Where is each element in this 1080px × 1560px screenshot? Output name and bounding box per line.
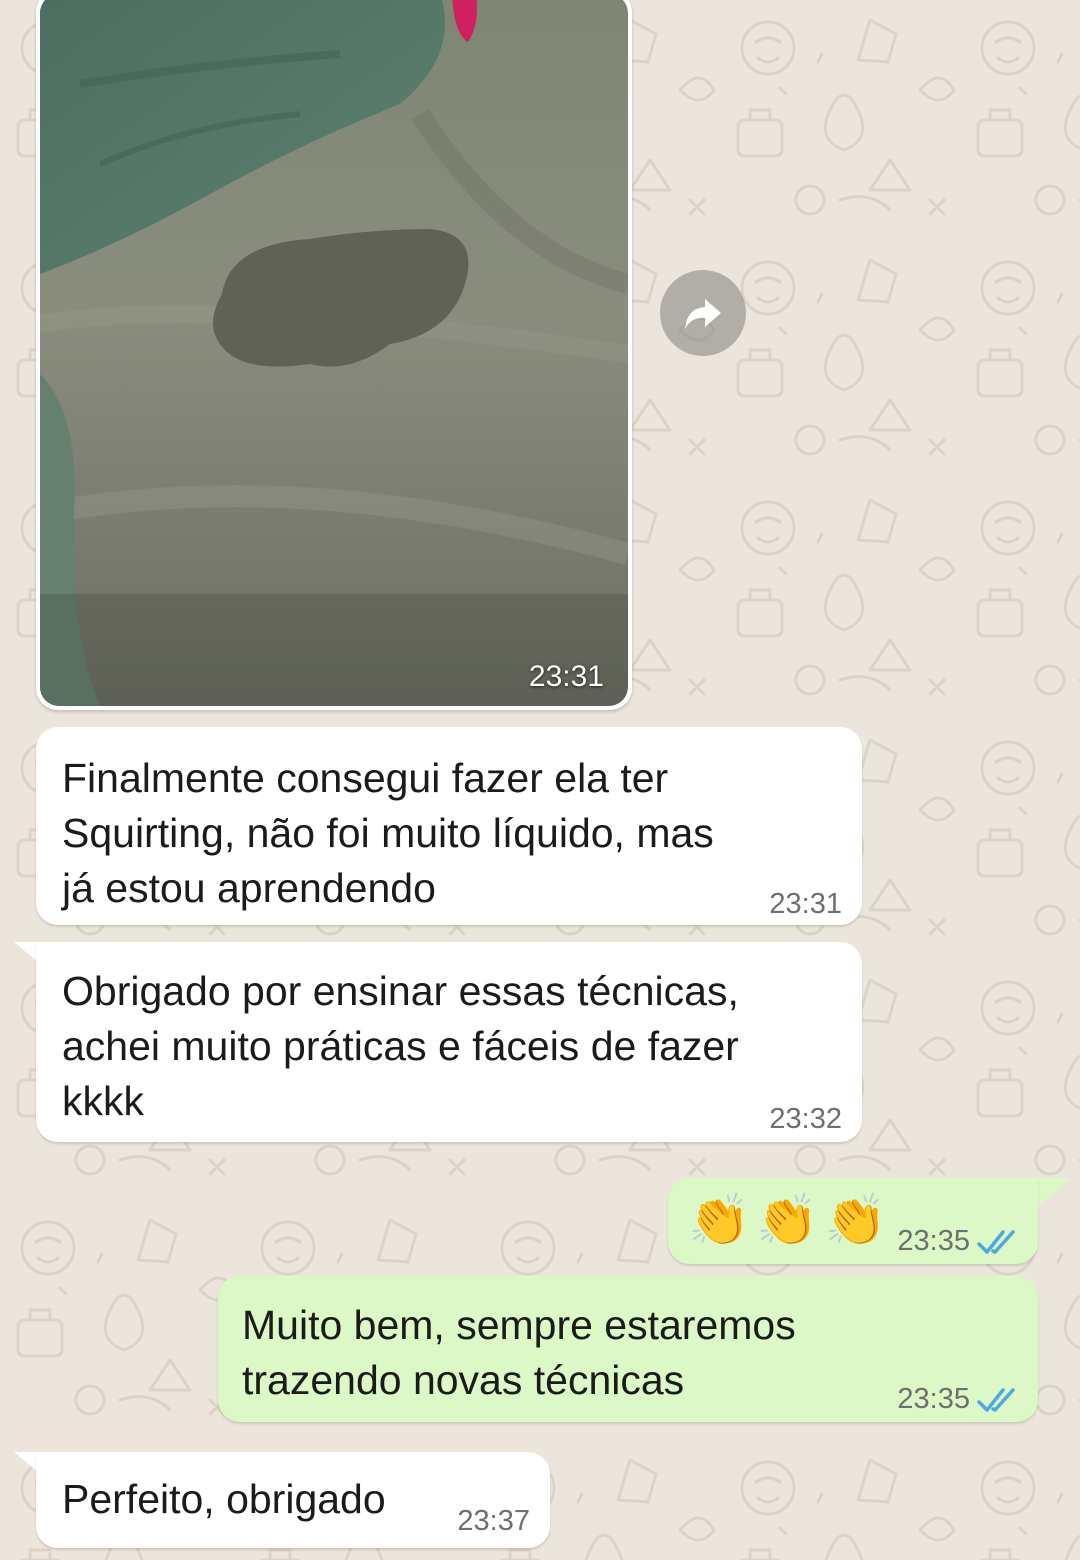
incoming-message[interactable]: Perfeito, obrigado 23:37 xyxy=(36,1452,550,1548)
message-text: Obrigado por ensinar essas técnicas, ach… xyxy=(62,968,739,1124)
forward-icon xyxy=(685,299,721,329)
forward-button[interactable] xyxy=(660,270,746,356)
message-time: 23:37 xyxy=(457,1505,530,1537)
outgoing-message[interactable]: 👏👏👏 23:35 xyxy=(668,1178,1038,1264)
double-check-icon xyxy=(977,1387,1015,1412)
incoming-message[interactable]: Obrigado por ensinar essas técnicas, ach… xyxy=(36,942,862,1142)
message-text: Perfeito, obrigado xyxy=(62,1476,386,1522)
message-text: Finalmente consegui fazer ela ter Squirt… xyxy=(62,755,714,911)
image-message[interactable]: 23:31 xyxy=(36,0,632,710)
outgoing-bubble-tail xyxy=(1036,1178,1072,1208)
message-time: 23:31 xyxy=(769,888,842,920)
message-time: 23:31 xyxy=(528,660,604,693)
bed-photo: 23:31 xyxy=(40,0,628,706)
incoming-message[interactable]: Finalmente consegui fazer ela ter Squirt… xyxy=(36,727,862,925)
message-time: 23:35 xyxy=(897,1383,970,1415)
message-time: 23:32 xyxy=(769,1103,842,1135)
double-check-icon xyxy=(977,1229,1015,1254)
message-time: 23:35 xyxy=(897,1225,970,1257)
outgoing-message[interactable]: Muito bem, sempre estaremos trazendo nov… xyxy=(218,1276,1038,1422)
